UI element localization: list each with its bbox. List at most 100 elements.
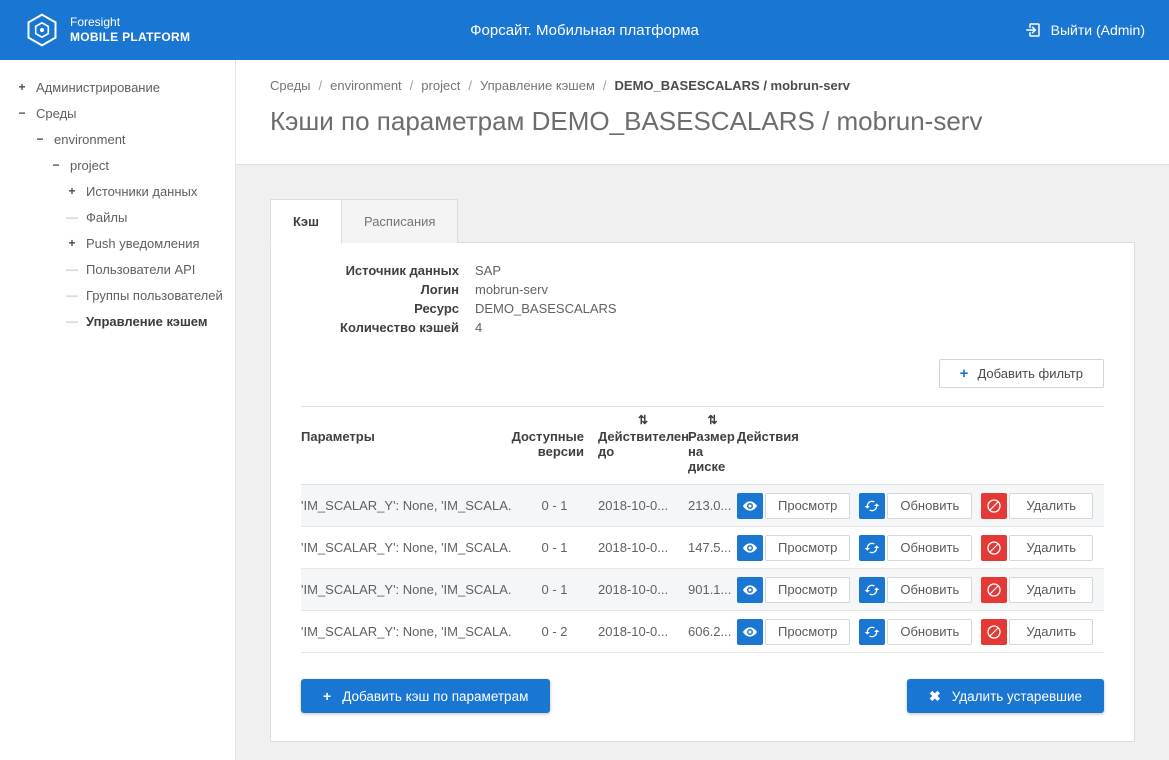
logout-label: Выйти (Admin) (1051, 22, 1145, 38)
add-cache-button[interactable]: + Добавить кэш по параметрам (301, 679, 550, 713)
delete-button[interactable]: Удалить (1009, 493, 1093, 519)
table-row: 'IM_SCALAR_Y': None, 'IM_SCALA... 0 - 1 … (301, 527, 1104, 569)
refresh-icon[interactable] (859, 619, 885, 645)
sidebar-item-files[interactable]: — Файлы (0, 204, 235, 230)
refresh-button[interactable]: Обновить (887, 493, 972, 519)
cell-valid-until: 2018-10-0... (598, 624, 688, 639)
delete-button[interactable]: Удалить (1009, 577, 1093, 603)
sidebar-item-project[interactable]: − project (0, 152, 235, 178)
info-row-login: Логин mobrun-serv (301, 280, 1104, 299)
logo-line1: Foresight (70, 15, 190, 30)
sidebar-item-administration[interactable]: + Администрирование (0, 74, 235, 100)
cache-table: Параметры Доступные версии ⇅ Действителе… (301, 406, 1104, 653)
close-icon: ✖ (929, 689, 941, 703)
breadcrumb-environments[interactable]: Среды (270, 78, 311, 93)
column-header-versions: Доступные версии (511, 413, 598, 474)
ban-icon[interactable] (981, 535, 1007, 561)
tree-expand-icon[interactable]: + (66, 184, 78, 198)
view-button[interactable]: Просмотр (765, 535, 850, 561)
breadcrumb-cache-management[interactable]: Управление кэшем (480, 78, 595, 93)
logout-button[interactable]: Выйти (Admin) (1024, 21, 1145, 39)
delete-action: Удалить (981, 535, 1093, 561)
tab-cache[interactable]: Кэш (270, 199, 342, 244)
table-row: 'IM_SCALAR_Y': None, 'IM_SCALA... 0 - 1 … (301, 569, 1104, 611)
breadcrumb-current: DEMO_BASESCALARS / mobrun-serv (615, 78, 850, 93)
eye-icon[interactable] (737, 493, 763, 519)
info-value: mobrun-serv (475, 280, 548, 299)
delete-button[interactable]: Удалить (1009, 619, 1093, 645)
ban-icon[interactable] (981, 577, 1007, 603)
tree-collapse-icon[interactable]: − (50, 158, 62, 172)
tree-branch-line: — (66, 210, 78, 224)
breadcrumb-project[interactable]: project (421, 78, 460, 93)
delete-button[interactable]: Удалить (1009, 535, 1093, 561)
refresh-action: Обновить (859, 619, 972, 645)
eye-icon[interactable] (737, 577, 763, 603)
cache-info: Источник данных SAP Логин mobrun-serv Ре… (301, 261, 1104, 337)
tree-expand-icon[interactable]: + (16, 80, 28, 94)
sort-icon[interactable]: ⇅ (598, 413, 688, 429)
tree-branch-line: — (66, 314, 78, 328)
view-action: Просмотр (737, 619, 850, 645)
eye-icon[interactable] (737, 619, 763, 645)
refresh-icon[interactable] (859, 577, 885, 603)
tree-branch-line: — (66, 288, 78, 302)
info-value: 4 (475, 318, 482, 337)
delete-stale-label: Удалить устаревшие (952, 689, 1082, 704)
info-label: Количество кэшей (301, 318, 459, 337)
breadcrumb: Среды / environment / project / Управлен… (270, 78, 1135, 93)
tab-schedules[interactable]: Расписания (342, 199, 458, 243)
breadcrumb-environment[interactable]: environment (330, 78, 402, 93)
ban-icon[interactable] (981, 619, 1007, 645)
page-header: Среды / environment / project / Управлен… (236, 60, 1169, 165)
sidebar-item-environment[interactable]: − environment (0, 126, 235, 152)
info-row-data-source: Источник данных SAP (301, 261, 1104, 280)
info-label: Логин (301, 280, 459, 299)
cell-valid-until: 2018-10-0... (598, 540, 688, 555)
info-row-resource: Ресурс DEMO_BASESCALARS (301, 299, 1104, 318)
refresh-button[interactable]: Обновить (887, 535, 972, 561)
eye-icon[interactable] (737, 535, 763, 561)
view-button[interactable]: Просмотр (765, 493, 850, 519)
add-filter-label: Добавить фильтр (977, 366, 1083, 381)
delete-stale-button[interactable]: ✖ Удалить устаревшие (907, 679, 1104, 713)
cell-actions: Просмотр Обновить (737, 493, 1104, 519)
tree-collapse-icon[interactable]: − (34, 132, 46, 146)
page-title: Кэши по параметрам DEMO_BASESCALARS / mo… (270, 106, 1135, 137)
tree-expand-icon[interactable]: + (66, 236, 78, 250)
refresh-button[interactable]: Обновить (887, 577, 972, 603)
cell-versions: 0 - 2 (511, 624, 598, 639)
info-value: DEMO_BASESCALARS (475, 299, 617, 318)
sidebar-item-api-users[interactable]: — Пользователи API (0, 256, 235, 282)
ban-icon[interactable] (981, 493, 1007, 519)
refresh-action: Обновить (859, 493, 972, 519)
cell-versions: 0 - 1 (511, 540, 598, 555)
refresh-icon[interactable] (859, 493, 885, 519)
sidebar-tree: + Администрирование − Среды − environmen… (0, 60, 236, 760)
sidebar-item-data-sources[interactable]: + Источники данных (0, 178, 235, 204)
refresh-icon[interactable] (859, 535, 885, 561)
cell-params: 'IM_SCALAR_Y': None, 'IM_SCALA... (301, 540, 511, 555)
column-header-actions: Действия (737, 413, 1104, 474)
refresh-button[interactable]: Обновить (887, 619, 972, 645)
sidebar-item-push-notifications[interactable]: + Push уведомления (0, 230, 235, 256)
tree-collapse-icon[interactable]: − (16, 106, 28, 120)
sidebar-item-cache-management[interactable]: — Управление кэшем (0, 308, 235, 334)
tree-branch-line: — (66, 262, 78, 276)
sidebar-item-environments[interactable]: − Среды (0, 100, 235, 126)
sort-icon[interactable]: ⇅ (688, 413, 737, 429)
view-button[interactable]: Просмотр (765, 619, 850, 645)
cell-versions: 0 - 1 (511, 498, 598, 513)
delete-action: Удалить (981, 619, 1093, 645)
app-logo[interactable]: Foresight MOBILE PLATFORM (24, 12, 190, 48)
view-action: Просмотр (737, 493, 850, 519)
logo-line2: MOBILE PLATFORM (70, 30, 190, 45)
add-filter-button[interactable]: + Добавить фильтр (939, 359, 1104, 388)
info-label: Ресурс (301, 299, 459, 318)
tab-bar: Кэш Расписания (270, 199, 1135, 243)
delete-action: Удалить (981, 577, 1093, 603)
view-button[interactable]: Просмотр (765, 577, 850, 603)
cell-valid-until: 2018-10-0... (598, 582, 688, 597)
sidebar-item-user-groups[interactable]: — Группы пользователей (0, 282, 235, 308)
cell-actions: Просмотр Обновить (737, 535, 1104, 561)
